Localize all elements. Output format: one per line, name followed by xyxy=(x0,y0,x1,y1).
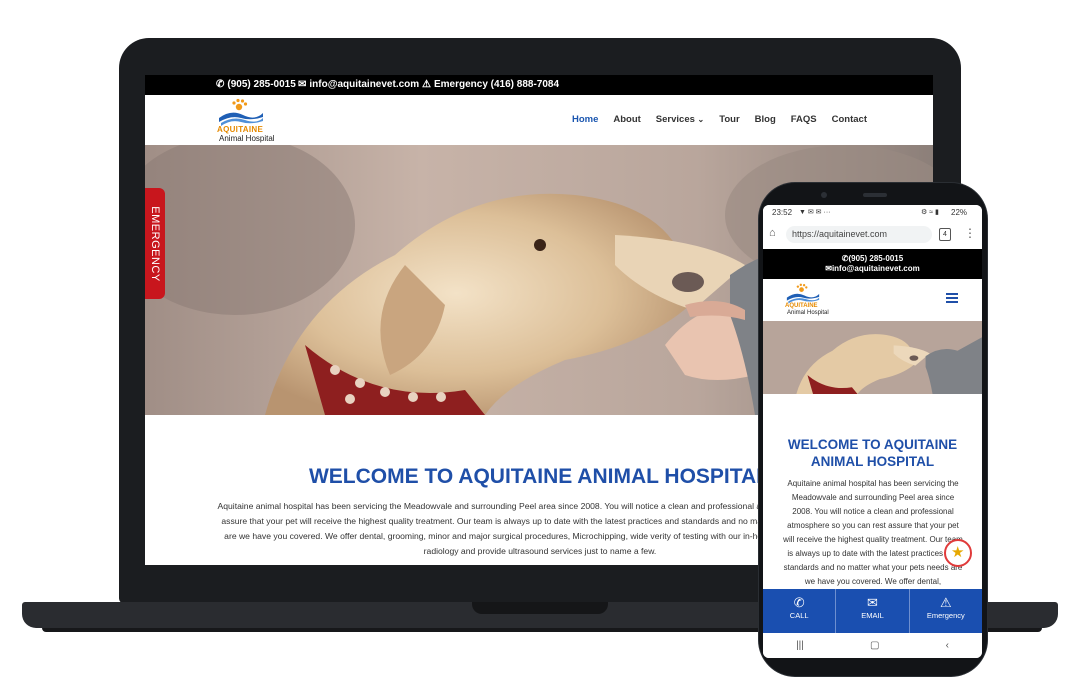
star-icon: ★ xyxy=(951,544,965,561)
mobile-logo-text-animal-hospital: Animal Hospital xyxy=(787,310,829,316)
call-label: CALL xyxy=(789,611,809,620)
emergency-number: Emergency (416) 888-7084 xyxy=(433,79,560,90)
mobile-email-link[interactable]: ✉info@aquitainevet.com xyxy=(763,264,982,273)
mobile-welcome-text: Aquitaine animal hospital has been servi… xyxy=(783,479,963,586)
phone-number: (905) 285-0015 xyxy=(227,79,296,90)
android-nav-bar: ||| ▢ ‹ xyxy=(763,633,982,658)
status-time: 23:52 xyxy=(772,208,793,217)
emergency-tab-label: EMERGENCY xyxy=(149,206,161,282)
tab-switcher-button[interactable]: 4 xyxy=(939,228,951,241)
nav-services[interactable]: Services ⌄ xyxy=(656,114,704,125)
emergency-button[interactable]: ⚠ Emergency xyxy=(910,589,982,633)
recent-apps-icon[interactable]: ||| xyxy=(796,640,804,651)
nav-contact[interactable]: Contact xyxy=(832,114,867,125)
desktop-header: AQUITAINE Animal Hospital Home About Ser… xyxy=(145,95,933,146)
email-label: EMAIL xyxy=(861,611,884,620)
mobile-welcome-title: WELCOME TO AQUITAINE ANIMAL HOSPITAL xyxy=(787,437,958,469)
mobile-dog-photo xyxy=(763,321,982,394)
logo-text-aquitaine: AQUITAINE xyxy=(217,125,264,134)
desktop-emergency-link[interactable]: ⚠ Emergency (416) 888-7084 xyxy=(422,79,559,90)
nav-blog[interactable]: Blog xyxy=(755,114,776,125)
back-icon[interactable]: ‹ xyxy=(946,640,949,651)
phone-camera xyxy=(821,192,827,198)
notification-icons: ▼ ✉ ✉ ··· xyxy=(799,209,831,216)
email-button[interactable]: ✉ EMAIL xyxy=(836,589,910,633)
mobile-website: 23:52 ▼ ✉ ✉ ··· ⚙ ≈ ▮ 22% ⌂ https://aqui… xyxy=(763,205,982,658)
chevron-down-icon: ⌄ xyxy=(697,115,705,124)
phone-speaker xyxy=(863,193,887,197)
mobile-header: AQUITAINE Animal Hospital xyxy=(763,279,982,321)
envelope-icon: ✉ xyxy=(825,264,832,273)
home-icon[interactable]: ⌂ xyxy=(769,227,776,239)
warning-icon: ⚠ xyxy=(939,595,952,610)
mobile-logo-text-aquitaine: AQUITAINE xyxy=(785,303,818,309)
laptop-notch xyxy=(472,602,608,614)
address-field[interactable]: https://aquitainevet.com xyxy=(786,226,932,243)
rating-badge[interactable]: ★ xyxy=(944,539,972,567)
paw-wave-logo-icon xyxy=(219,98,263,126)
emergency-side-tab[interactable]: EMERGENCY xyxy=(145,188,165,299)
mobile-contact-bar: ✆(905) 285-0015 ✉info@aquitainevet.com xyxy=(763,249,982,279)
battery-level: 22% xyxy=(951,208,968,217)
email-address: info@aquitainevet.com xyxy=(309,79,420,90)
mobile-logo[interactable]: AQUITAINE Animal Hospital xyxy=(785,283,845,319)
phone-status-bar: 23:52 ▼ ✉ ✉ ··· ⚙ ≈ ▮ 22% xyxy=(763,205,982,221)
url-text: https://aquitainevet.com xyxy=(792,229,888,239)
phone-icon: ✆ xyxy=(216,79,225,90)
desktop-contact-bar: ✆ (905) 285-0015 ✉ info@aquitainevet.com… xyxy=(145,75,933,95)
nav-services-label: Services xyxy=(655,114,695,125)
nav-faqs[interactable]: FAQS xyxy=(791,114,817,125)
paw-wave-logo-icon xyxy=(786,283,820,304)
mobile-hero-dog-image xyxy=(763,321,982,394)
nav-tour[interactable]: Tour xyxy=(719,114,739,125)
signal-icons: ⚙ ≈ ▮ xyxy=(921,209,939,216)
phone-icon: ✆ xyxy=(793,595,805,610)
mobile-email-address: info@aquitainevet.com xyxy=(831,264,920,273)
site-logo[interactable]: AQUITAINE Animal Hospital xyxy=(217,98,307,144)
mobile-action-bar: ✆ CALL ✉ EMAIL ⚠ Emergency xyxy=(763,589,982,633)
mobile-phone-number: (905) 285-0015 xyxy=(848,254,904,263)
envelope-icon: ✉ xyxy=(298,79,307,90)
desktop-main-nav: Home About Services ⌄ Tour Blog FAQS Con… xyxy=(572,114,867,125)
call-button[interactable]: ✆ CALL xyxy=(763,589,837,633)
envelope-icon: ✉ xyxy=(867,595,878,610)
logo-text-animal-hospital: Animal Hospital xyxy=(219,134,275,143)
home-button-icon[interactable]: ▢ xyxy=(870,640,879,651)
desktop-phone-link[interactable]: ✆ (905) 285-0015 xyxy=(216,79,296,90)
warning-icon: ⚠ xyxy=(422,79,431,90)
emergency-label: Emergency xyxy=(926,611,965,620)
browser-menu-icon[interactable]: ⋮ xyxy=(964,226,976,240)
hamburger-menu-icon[interactable] xyxy=(946,293,958,303)
mobile-phone-link[interactable]: ✆(905) 285-0015 xyxy=(763,254,982,263)
nav-home[interactable]: Home xyxy=(572,114,598,125)
browser-url-bar: ⌂ https://aquitainevet.com 4 ⋮ xyxy=(763,221,982,250)
desktop-email-link[interactable]: ✉ info@aquitainevet.com xyxy=(298,79,419,90)
nav-about[interactable]: About xyxy=(613,114,640,125)
